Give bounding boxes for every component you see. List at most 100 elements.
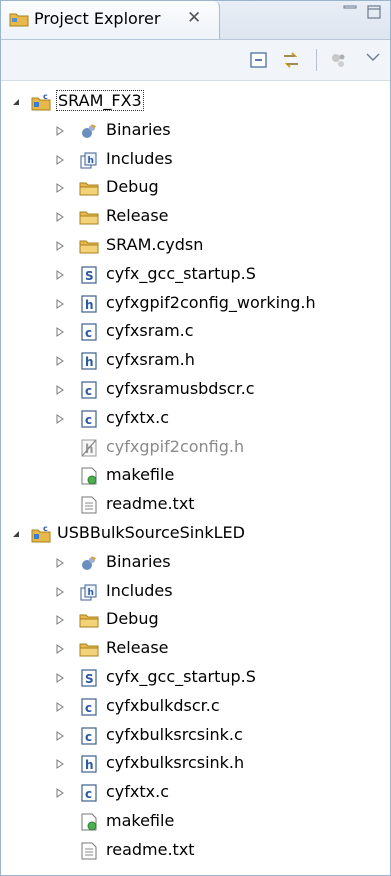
collapsed-arrow-icon[interactable] [55,298,65,309]
view-menu-icon[interactable] [363,48,383,68]
tree-item-row[interactable]: makefile [1,461,390,490]
collapsed-arrow-icon[interactable] [55,586,65,597]
view-toolbar [1,40,390,81]
tree-item-row[interactable]: c cyfxbulkdscr.c [1,692,390,721]
project-icon: c [31,524,51,543]
toolbar-separator [316,49,317,71]
tree-item-label: cyfxgpif2config_working.h [106,292,316,312]
tree-item-label: Includes [106,580,173,600]
svg-text:h: h [88,588,94,598]
tree-item-label: readme.txt [106,494,195,514]
collapsed-arrow-icon[interactable] [55,673,65,683]
assembly-file-icon: S [81,266,97,284]
tree-item-row[interactable]: Binaries [1,548,390,577]
collapsed-arrow-icon[interactable] [55,356,65,367]
tree-item-label: cyfxbulksrcsink.c [106,724,243,744]
view-tab-bar: Project Explorer ✕ [1,1,390,40]
tree-item-row[interactable]: makefile [1,807,390,836]
collapse-all-icon[interactable] [249,50,269,70]
tree-item-label: Binaries [106,119,171,139]
project-explorer-view: Project Explorer ✕ c SRAM_FX3 Binaries h… [0,0,391,876]
maximize-icon[interactable] [366,4,382,20]
tree-item-row[interactable]: h Includes [1,145,390,174]
makefile-icon [81,813,97,831]
link-with-editor-icon[interactable] [281,50,301,70]
tree-item-label: cyfxgpif2config.h [106,436,245,456]
tree-item-label: Debug [106,609,159,629]
collapsed-arrow-icon[interactable] [55,644,65,655]
c-file-icon: c [81,323,97,341]
svg-text:c: c [85,701,92,715]
tree-item-label: Includes [106,148,173,168]
tree-item-row[interactable]: c cyfxtx.c [1,404,390,433]
tree-item-row[interactable]: readme.txt [1,836,390,865]
tree-item-label: makefile [106,811,175,830]
svg-text:h: h [85,355,94,369]
collapsed-arrow-icon[interactable] [55,327,65,338]
tab-title: Project Explorer [34,9,161,28]
collapsed-arrow-icon[interactable] [55,212,65,223]
tree-item-row[interactable]: Release [1,634,390,663]
tree-item-row[interactable]: Binaries [1,116,390,145]
tree-item-row[interactable]: Scyfx_gcc_startup.S [1,663,390,692]
expanded-arrow-icon[interactable] [11,97,21,107]
svg-text:S: S [85,269,94,283]
svg-text:c: c [85,730,92,744]
folder-icon [79,240,99,254]
tree-item-row[interactable]: h cyfxgpif2config_working.h [1,289,390,318]
collapsed-arrow-icon[interactable] [55,759,65,770]
tree-item-row[interactable]: c cyfxbulksrcsink.c [1,721,390,750]
filter-icon[interactable] [329,50,349,70]
collapsed-arrow-icon[interactable] [55,183,65,194]
collapsed-arrow-icon[interactable] [55,557,65,568]
tree-item-label: cyfxsram.h [106,350,195,370]
tree-item-row[interactable]: Release [1,202,390,231]
includes-icon: h [80,584,97,601]
binaries-icon [82,123,96,138]
tree-project-row[interactable]: c USBBulkSourceSinkLED [1,519,390,548]
text-file-icon [81,842,97,860]
tree-item-row[interactable]: SRAM.cydsn [1,231,390,260]
tree-item-row[interactable]: Debug [1,605,390,634]
tree-item-row[interactable]: c cyfxsram.c [1,317,390,346]
tree-item-label: SRAM_FX3 [56,90,144,111]
tab-project-explorer[interactable]: Project Explorer ✕ [1,1,220,39]
tree-item-row[interactable]: h cyfxgpif2config.h [1,433,390,462]
tree-project-row[interactable]: c SRAM_FX3 [1,87,390,116]
includes-icon: h [80,152,97,169]
close-icon[interactable]: ✕ [187,8,201,28]
collapsed-arrow-icon[interactable] [55,788,65,799]
minimize-icon[interactable] [342,3,360,17]
project-explorer-icon [9,13,29,27]
tree-item-row[interactable]: readme.txt [1,490,390,519]
tree-item-row[interactable]: c cyfxtx.c [1,778,390,807]
expanded-arrow-icon[interactable] [11,529,21,539]
binaries-icon [82,555,96,570]
collapsed-arrow-icon[interactable] [55,269,65,280]
tree-item-label: cyfxtx.c [106,407,169,427]
tree-item-row[interactable]: c cyfxsramusbdscr.c [1,375,390,404]
collapsed-arrow-icon[interactable] [55,125,65,136]
tree-item-label: cyfxbulkdscr.c [106,695,220,715]
tree-item-label: cyfxsram.c [106,321,194,341]
collapsed-arrow-icon[interactable] [55,730,65,741]
tree-item-row[interactable]: h cyfxsram.h [1,346,390,375]
collapsed-arrow-icon[interactable] [55,615,65,626]
tree-item-label: Binaries [106,551,171,571]
tree-item-row[interactable]: Scyfx_gcc_startup.S [1,260,390,289]
c-file-icon: c [81,381,97,399]
tree-item-row[interactable]: h Includes [1,577,390,606]
tree-item-label: cyfx_gcc_startup.S [106,263,256,283]
tree-item-row[interactable]: h cyfxbulksrcsink.h [1,749,390,778]
folder-icon [79,182,99,196]
tree-item-row[interactable]: Debug [1,173,390,202]
tree-item-label: Release [106,206,169,226]
collapsed-arrow-icon[interactable] [55,241,65,251]
tree-item-label: Release [106,638,169,658]
collapsed-arrow-icon[interactable] [55,701,65,712]
collapsed-arrow-icon[interactable] [55,385,65,395]
svg-text:c: c [85,787,92,801]
collapsed-arrow-icon[interactable] [55,154,65,165]
collapsed-arrow-icon[interactable] [55,413,65,424]
svg-text:S: S [85,672,94,686]
